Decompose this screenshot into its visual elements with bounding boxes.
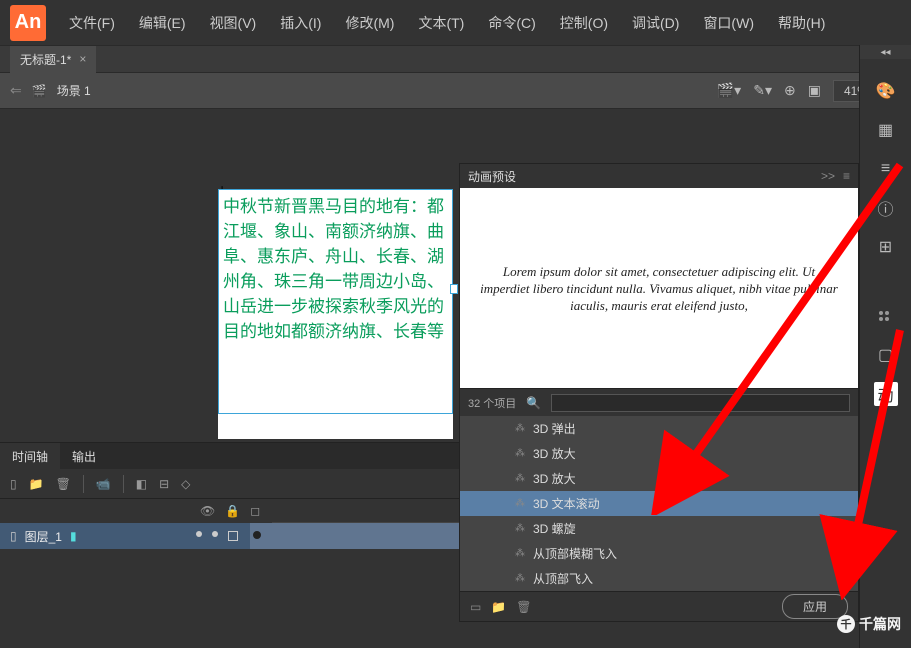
- document-title: 无标题-1*: [20, 51, 71, 68]
- layer-type-icon: ▯: [10, 529, 17, 543]
- library-icon[interactable]: ▢: [874, 343, 898, 367]
- preset-item[interactable]: ⁂ 3D 弹出: [460, 416, 858, 441]
- menu-debug[interactable]: 调试(D): [624, 8, 687, 38]
- fit-icon[interactable]: ▣: [808, 82, 821, 99]
- preset-item[interactable]: ⁂ 3D 放大: [460, 441, 858, 466]
- keyframe[interactable]: [253, 531, 261, 539]
- dots-icon[interactable]: [874, 304, 898, 328]
- transform-icon[interactable]: ⊞: [874, 235, 898, 259]
- menu-edit[interactable]: 编辑(E): [131, 8, 194, 38]
- panel-header[interactable]: 动画预设 >> ≡: [460, 164, 858, 188]
- panel-menu-icon[interactable]: ≡: [843, 169, 850, 183]
- align-icon[interactable]: ≡: [874, 157, 898, 181]
- preset-label: 3D 文本滚动: [533, 495, 600, 512]
- menu-view[interactable]: 视图(V): [202, 8, 265, 38]
- preset-list: ⁂ 3D 弹出 ⁂ 3D 放大 ⁂ 3D 放大 ⁂ 3D 文本滚动 ⁂ 3D 螺旋 ⁂ 从顶…: [460, 416, 858, 591]
- preset-icon: ⁂: [515, 423, 525, 434]
- visibility-toggle[interactable]: [196, 531, 202, 537]
- paint-icon[interactable]: ✎▾: [753, 82, 772, 99]
- right-toolbar: ◂◂ 🎨 ▦ ≡ ⓘ ⊞ ▢ 动: [859, 45, 911, 648]
- info-icon[interactable]: ⓘ: [874, 196, 898, 220]
- tooltip-label: 动: [874, 382, 898, 406]
- trash-icon[interactable]: 🗑: [56, 477, 71, 491]
- grid-icon[interactable]: ▦: [874, 118, 898, 142]
- new-layer-icon[interactable]: ▯: [10, 477, 17, 491]
- menu-text[interactable]: 文本(T): [410, 8, 472, 38]
- expand-arrow-icon[interactable]: ◂◂: [860, 45, 911, 59]
- layer-marker-icon: ▮: [70, 529, 77, 543]
- new-folder-icon[interactable]: ▭: [470, 600, 481, 614]
- scene-icon: 🎬: [32, 84, 47, 98]
- top-menu-bar: An 文件(F) 编辑(E) 视图(V) 插入(I) 修改(M) 文本(T) 命…: [0, 0, 911, 45]
- stage[interactable]: 中秋节新晋黑马目的地有：都江堰、象山、南额济纳旗、曲阜、惠东庐、舟山、长春、湖州…: [218, 189, 453, 439]
- preset-icon: ⁂: [515, 473, 525, 484]
- close-icon[interactable]: ×: [79, 52, 86, 66]
- preset-icon: ⁂: [515, 498, 525, 509]
- camera-icon[interactable]: 📹: [96, 477, 111, 491]
- tab-timeline[interactable]: 时间轴: [0, 443, 60, 470]
- item-count: 32 个项目: [468, 395, 516, 411]
- search-input[interactable]: [551, 394, 850, 412]
- animation-presets-panel: 动画预设 >> ≡ Lorem ipsum dolor sit amet, co…: [459, 163, 859, 622]
- tab-output[interactable]: 输出: [60, 443, 108, 470]
- text-content[interactable]: 中秋节新晋黑马目的地有：都江堰、象山、南额济纳旗、曲阜、惠东庐、舟山、长春、湖州…: [218, 189, 453, 349]
- preset-item[interactable]: ⁂ 3D 放大: [460, 466, 858, 491]
- preset-label: 从顶部模糊飞入: [533, 545, 617, 562]
- back-icon[interactable]: ⇐: [10, 82, 22, 99]
- lock-icon[interactable]: 🔒: [225, 504, 240, 518]
- document-tab[interactable]: 无标题-1* ×: [10, 46, 96, 73]
- expand-icon[interactable]: >>: [821, 169, 835, 183]
- watermark: 千 千篇网: [837, 614, 901, 634]
- watermark-icon: 千: [837, 615, 855, 633]
- new-folder-icon[interactable]: 📁: [29, 477, 44, 491]
- preset-preview: Lorem ipsum dolor sit amet, consectetuer…: [460, 188, 858, 388]
- lock-toggle[interactable]: [212, 531, 218, 537]
- layer-name: 图层_1: [25, 528, 62, 545]
- menu-command[interactable]: 命令(C): [480, 8, 543, 38]
- watermark-text: 千篇网: [859, 614, 901, 634]
- scene-name: 场景 1: [57, 82, 91, 99]
- center-icon[interactable]: ⊕: [784, 82, 796, 99]
- outline-toggle[interactable]: [228, 531, 238, 541]
- outline-icon[interactable]: ◻: [250, 504, 260, 518]
- palette-icon[interactable]: 🎨: [874, 79, 898, 103]
- app-logo: An: [10, 5, 46, 41]
- panel-title: 动画预设: [468, 168, 516, 185]
- menu-insert[interactable]: 插入(I): [272, 8, 329, 38]
- menu-help[interactable]: 帮助(H): [770, 8, 833, 38]
- preset-label: 3D 放大: [533, 445, 576, 462]
- menu-window[interactable]: 窗口(W): [695, 8, 762, 38]
- preset-icon: ⁂: [515, 448, 525, 459]
- scene-toolbar: ⇐ 🎬 场景 1 🎬▾ ✎▾ ⊕ ▣ 41% ˅: [0, 73, 911, 109]
- document-tabs: 无标题-1* × ≡: [0, 45, 911, 73]
- eye-icon[interactable]: 👁: [200, 504, 215, 518]
- panel-footer: ▭ 📁 🗑 应用: [460, 591, 858, 621]
- tree-icon[interactable]: ⊟: [159, 477, 169, 491]
- preset-item[interactable]: ⁂ 从顶部飞入: [460, 566, 858, 591]
- preset-label: 3D 螺旋: [533, 520, 576, 537]
- preset-item-selected[interactable]: ⁂ 3D 文本滚动: [460, 491, 858, 516]
- trash-icon[interactable]: 🗑: [516, 600, 531, 614]
- onion-icon[interactable]: ◧: [136, 477, 147, 491]
- text-resize-handle[interactable]: [450, 284, 458, 294]
- search-icon: 🔍: [526, 396, 541, 410]
- preview-text: Lorem ipsum dolor sit amet, consectetuer…: [480, 263, 838, 314]
- folder-icon[interactable]: 📁: [491, 600, 506, 614]
- menu-modify[interactable]: 修改(M): [337, 8, 402, 38]
- preset-item[interactable]: ⁂ 3D 螺旋: [460, 516, 858, 541]
- preset-label: 3D 放大: [533, 470, 576, 487]
- menu-control[interactable]: 控制(O): [552, 8, 616, 38]
- preset-icon: ⁂: [515, 548, 525, 559]
- preset-icon: ⁂: [515, 573, 525, 584]
- marker-icon[interactable]: ◇: [181, 477, 190, 491]
- clapper-icon[interactable]: 🎬▾: [717, 82, 741, 99]
- menu-file[interactable]: 文件(F): [61, 8, 123, 38]
- preset-icon: ⁂: [515, 523, 525, 534]
- main-menu: 文件(F) 编辑(E) 视图(V) 插入(I) 修改(M) 文本(T) 命令(C…: [61, 8, 833, 38]
- preset-item[interactable]: ⁂ 从顶部模糊飞入: [460, 541, 858, 566]
- preset-label: 3D 弹出: [533, 420, 576, 437]
- preset-label: 从顶部飞入: [533, 570, 593, 587]
- preset-search-bar: 32 个项目 🔍: [460, 388, 858, 416]
